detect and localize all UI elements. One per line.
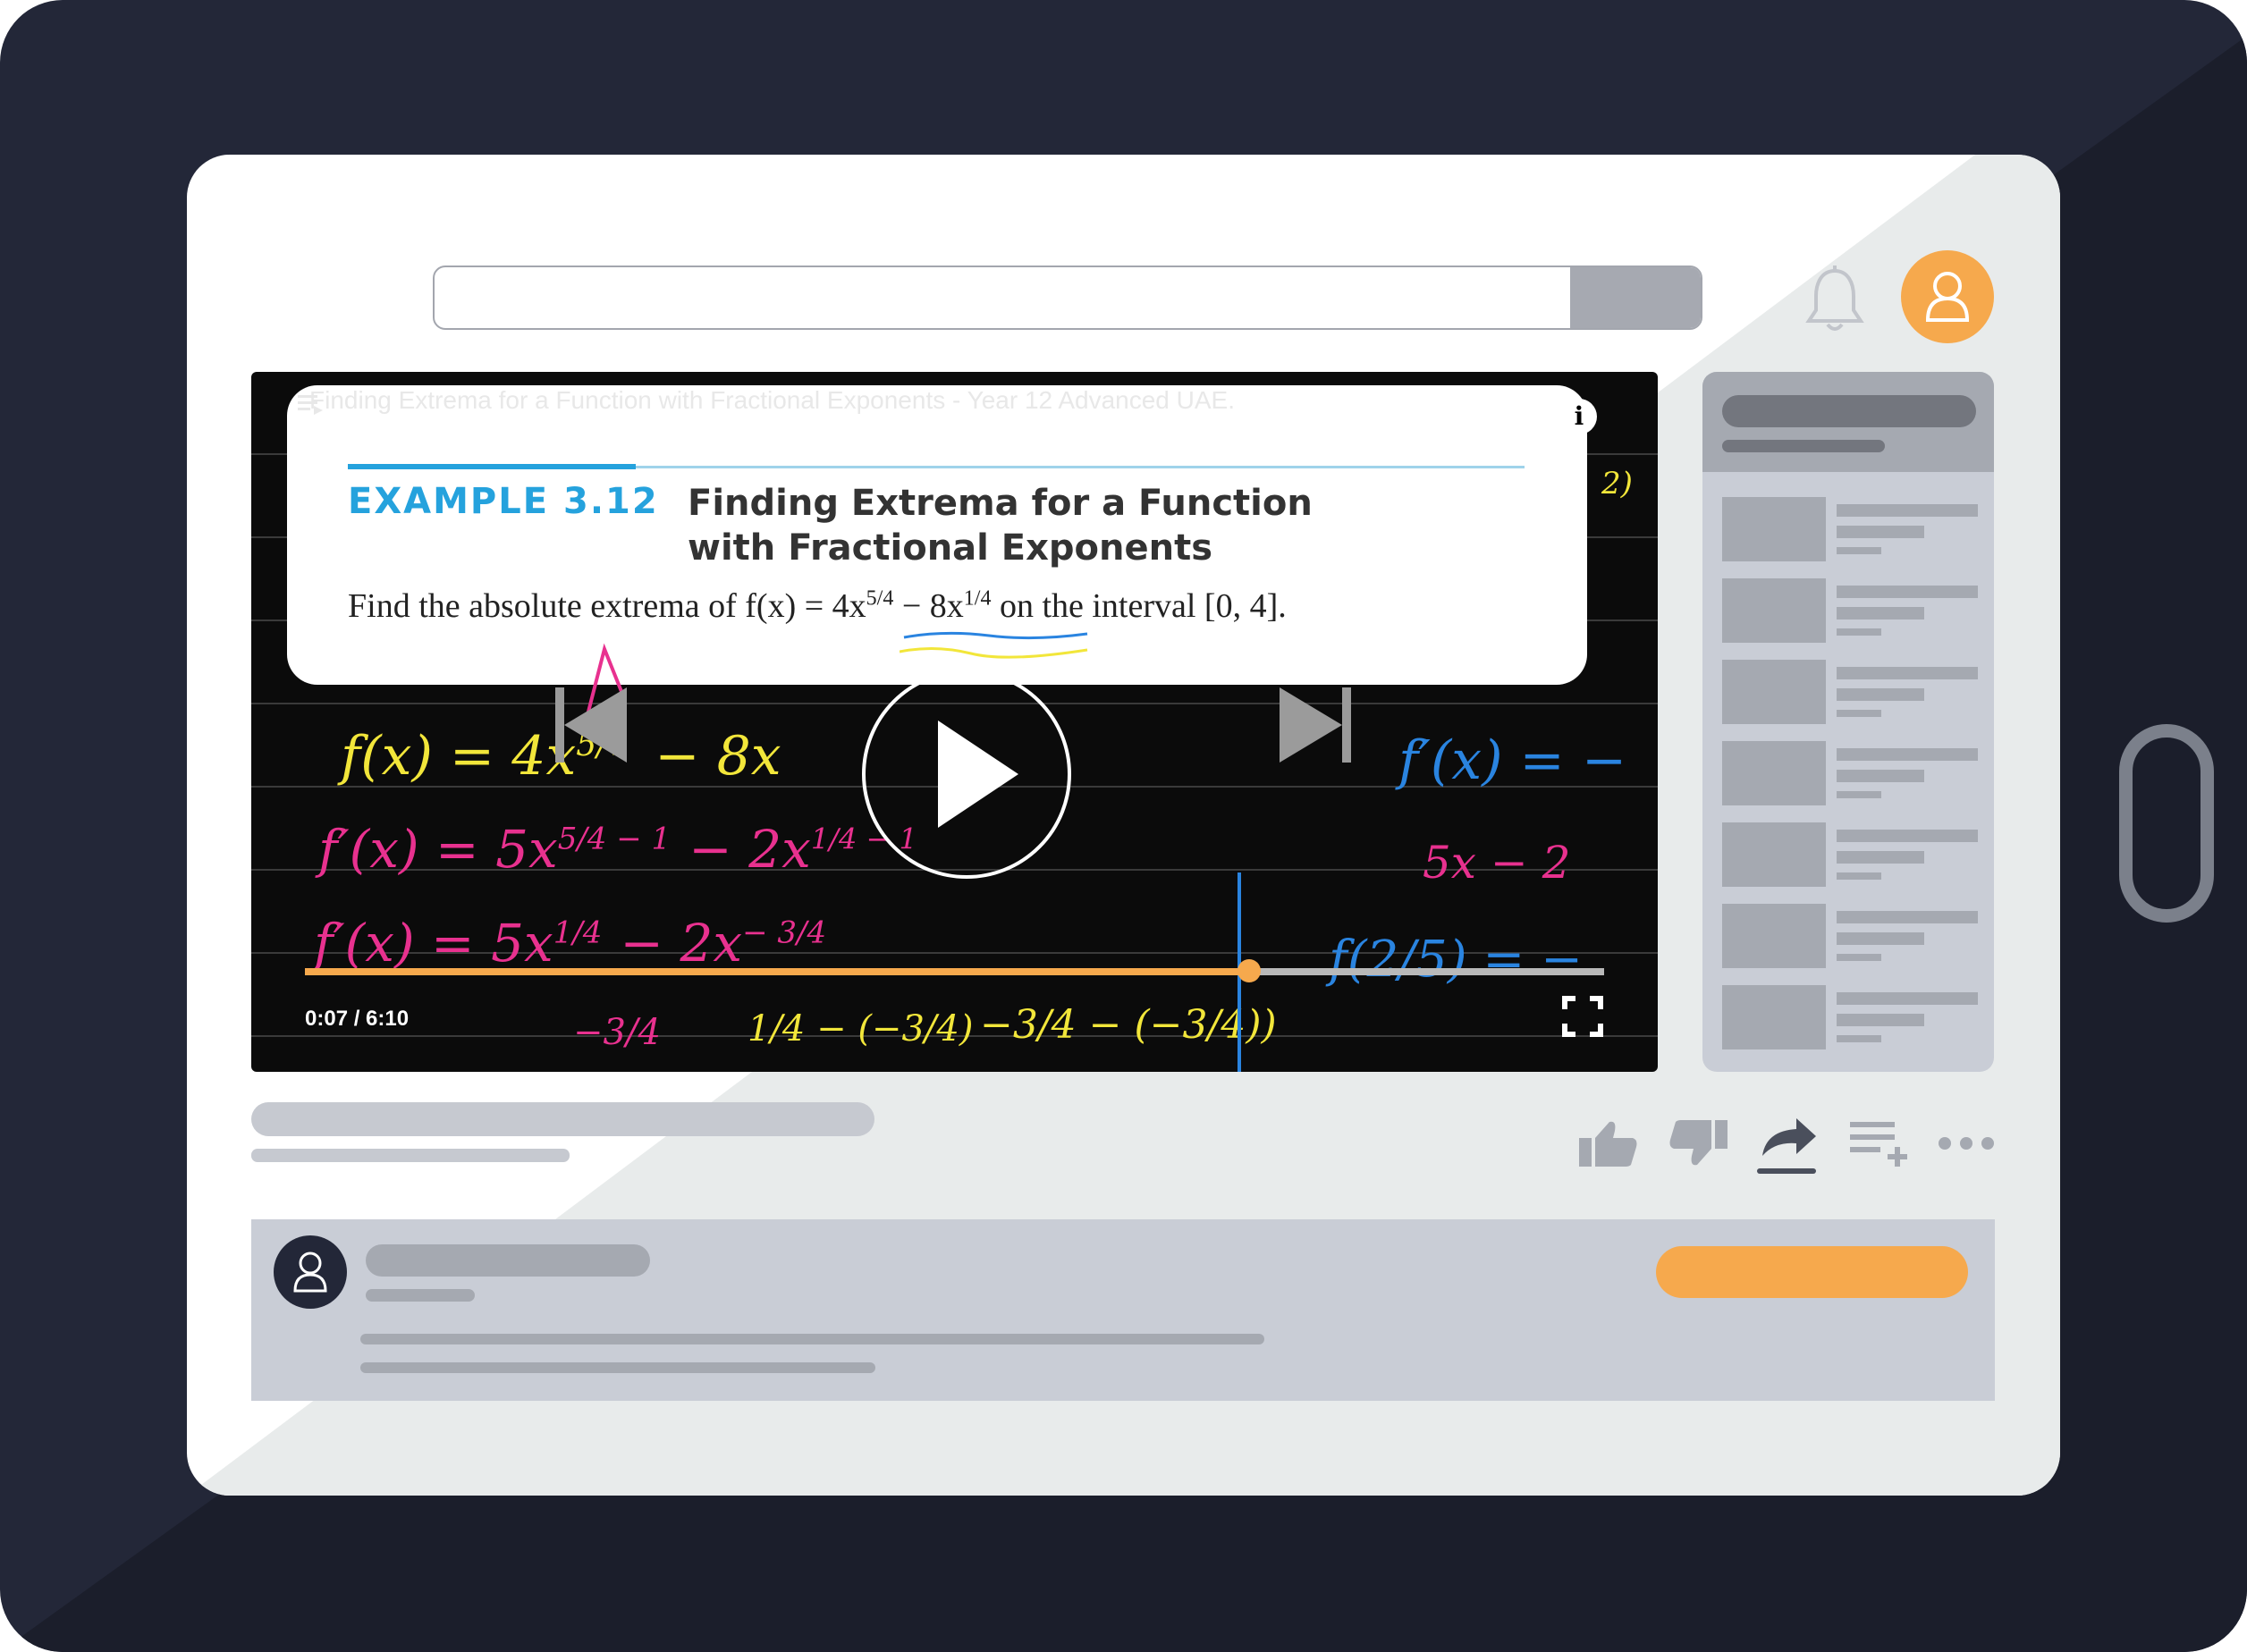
tablet-frame: f(x) = 4x5/4− 8x f′(x) = 5x5/4 − 1− 2x1/…: [0, 0, 2247, 1652]
placeholder-bar: [1837, 688, 1924, 701]
video-player[interactable]: f(x) = 4x5/4− 8x f′(x) = 5x5/4 − 1− 2x1/…: [251, 372, 1658, 1072]
next-icon[interactable]: [1271, 680, 1360, 770]
placeholder-bar: [1837, 667, 1978, 679]
placeholder-bar: [1837, 504, 1978, 517]
comment-text-placeholder: [360, 1362, 875, 1373]
placeholder-bar: [1837, 748, 1978, 761]
user-icon: [293, 1252, 327, 1293]
placeholder-bar: [1837, 851, 1924, 864]
placeholder-bar: [1837, 526, 1924, 538]
placeholder-bar: [1837, 1035, 1881, 1042]
info-icon[interactable]: i: [1561, 399, 1597, 434]
example-label: EXAMPLE 3.12: [348, 481, 659, 522]
recommended-video[interactable]: [1722, 904, 1978, 968]
video-thumbnail: [1722, 985, 1826, 1049]
recommended-video[interactable]: [1722, 985, 1978, 1049]
placeholder-bar: [1837, 1014, 1924, 1026]
video-thumbnail: [1722, 741, 1826, 805]
example-card: EXAMPLE 3.12 Finding Extrema for a Funct…: [287, 385, 1587, 685]
progress-fill: [305, 968, 1250, 975]
video-thumbnail: [1722, 578, 1826, 643]
board-line-3: f′(x) = 5x1/4− 2x− 3/4: [314, 913, 827, 974]
recommended-video[interactable]: [1722, 578, 1978, 643]
placeholder-bar: [1722, 395, 1976, 427]
comment-text-placeholder: [360, 1334, 1264, 1344]
example-title: Finding Extrema for a Function with Frac…: [688, 483, 1313, 569]
video-thumbnail: [1722, 822, 1826, 887]
screen: f(x) = 4x5/4− 8x f′(x) = 5x5/4 − 1− 2x1/…: [187, 155, 2060, 1496]
video-thumbnail: [1722, 660, 1826, 724]
comment-action-button[interactable]: [1656, 1246, 1968, 1298]
board-right-1: f′(x) = −: [1398, 729, 1627, 792]
comment-date-placeholder: [366, 1289, 475, 1302]
board-right-3: f(2/5) = −: [1329, 931, 1583, 989]
placeholder-bar: [1837, 770, 1924, 782]
commenter-avatar: [274, 1235, 347, 1309]
recommendations-header: [1702, 372, 1994, 472]
time-display: 0:07 / 6:10: [305, 1007, 410, 1031]
placeholder-bar: [1837, 954, 1881, 961]
recommended-video[interactable]: [1722, 660, 1978, 724]
share-icon[interactable]: [1753, 1111, 1821, 1179]
thumbs-down-icon[interactable]: [1667, 1118, 1729, 1168]
placeholder-bar: [1837, 830, 1978, 842]
placeholder-bar: [1837, 791, 1881, 798]
placeholder-bar: [1837, 992, 1978, 1005]
user-icon: [1925, 272, 1970, 322]
video-subtitle-placeholder: [251, 1149, 570, 1162]
home-button[interactable]: [2119, 724, 2214, 923]
recommended-video[interactable]: [1722, 822, 1978, 887]
bell-icon[interactable]: [1804, 264, 1866, 335]
placeholder-bar: [1837, 932, 1924, 945]
problem-statement: Find the absolute extrema of f(x) = 4x5/…: [348, 586, 1287, 625]
placeholder-bar: [1837, 607, 1924, 620]
card-rule-accent: [348, 464, 636, 469]
play-icon: [938, 721, 1018, 828]
recommended-video[interactable]: [1722, 741, 1978, 805]
board-line-4a: −3/4: [573, 1012, 661, 1053]
video-thumbnail: [1722, 497, 1826, 561]
comment-author-placeholder: [366, 1244, 650, 1277]
placeholder-bar: [1837, 628, 1881, 636]
fullscreen-icon[interactable]: [1561, 995, 1604, 1038]
video-thumbnail: [1722, 904, 1826, 968]
placeholder-bar: [1837, 547, 1881, 554]
thumbs-up-icon[interactable]: [1577, 1118, 1640, 1168]
board-line-4b: 1/4 − (−3/4): [748, 1008, 974, 1049]
search-input[interactable]: [433, 266, 1702, 330]
placeholder-bar: [1837, 710, 1881, 717]
previous-icon[interactable]: [546, 680, 636, 770]
user-avatar-button[interactable]: [1901, 250, 1994, 343]
placeholder-bar: [1837, 872, 1881, 880]
more-icon[interactable]: [1938, 1134, 1995, 1152]
comment-box: [251, 1219, 1995, 1401]
placeholder-bar: [1837, 586, 1978, 598]
add-to-playlist-icon[interactable]: [1848, 1118, 1911, 1168]
video-title: Finding Extrema for a Function with Frac…: [309, 386, 1236, 414]
placeholder-bar: [1722, 440, 1885, 452]
search-button[interactable]: [1570, 267, 1701, 328]
recommendations-panel: [1702, 372, 1994, 1072]
placeholder-bar: [1837, 911, 1978, 923]
board-right-2: 5x − 2: [1423, 837, 1571, 889]
recommended-video[interactable]: [1722, 497, 1978, 561]
handwritten-underline: [900, 631, 1088, 659]
video-title-placeholder: [251, 1102, 874, 1136]
play-button[interactable]: [859, 667, 1074, 881]
board-line-2: f′(x) = 5x5/4 − 1− 2x1/4 − 1: [318, 819, 917, 880]
board-corner: 2): [1601, 466, 1633, 502]
board-line-4c: −3/4 − (−3/4)): [980, 1002, 1277, 1048]
